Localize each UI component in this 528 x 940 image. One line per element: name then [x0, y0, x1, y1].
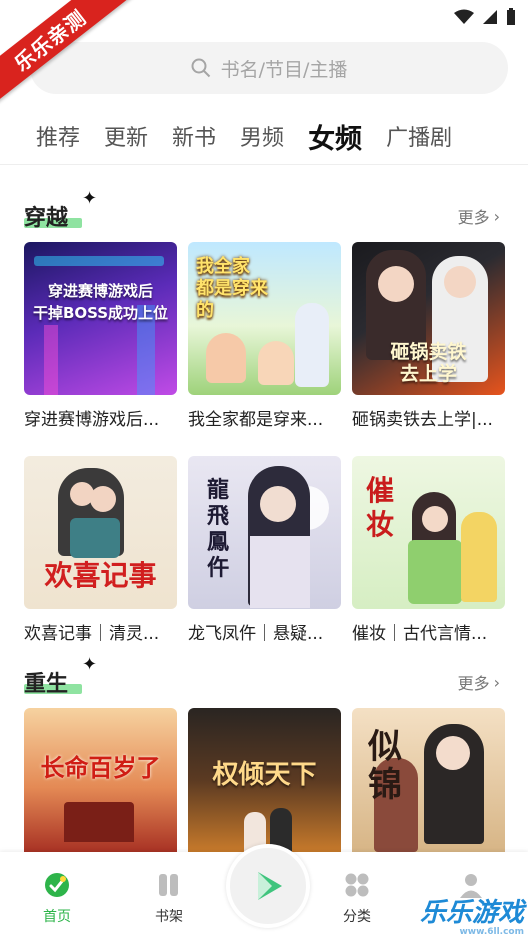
more-link[interactable]: 更多 › — [458, 204, 500, 228]
book-cover[interactable]: 欢喜记事 — [24, 456, 177, 609]
watermark-url: www.6ll.com — [459, 927, 524, 937]
section-title: 穿越 — [24, 206, 69, 231]
cover-title: 龍飛鳳仵 — [206, 478, 229, 581]
book-cover[interactable]: 催妆 — [352, 456, 505, 609]
book-card[interactable]: 砸锅卖铁 去上学 砸锅卖铁去上学|... — [352, 242, 505, 430]
chevron-right-icon: › — [493, 672, 500, 692]
section-title: 重生 — [24, 672, 69, 697]
more-label: 更多 — [457, 674, 490, 693]
more-label: 更多 — [457, 208, 490, 227]
category-tabs: 推荐 更新 新书 男频 女频 广播剧 — [0, 112, 528, 160]
section-header-rebirth: 重生 ✦ 更多 › — [24, 654, 504, 700]
sparkle-icon: ✦ — [82, 654, 98, 675]
book-title: 我全家都是穿来... — [188, 410, 324, 430]
cover-title: 权倾天下 — [212, 760, 317, 790]
book-card[interactable]: 权倾天下 — [188, 708, 341, 852]
tab-radio-drama[interactable]: 广播剧 — [386, 120, 452, 152]
more-link[interactable]: 更多 › — [458, 670, 500, 694]
book-cover[interactable]: 我全家 都是穿来的 — [188, 242, 341, 395]
nav-shelf-label: 书架 — [155, 909, 183, 925]
book-card[interactable]: 似锦 — [352, 708, 505, 852]
watermark-logo: 乐乐游戏 www.6ll.com — [404, 892, 524, 938]
book-cover[interactable]: 穿进赛博游戏后 干掉BOSS成功上位 — [24, 242, 177, 395]
tab-recommend[interactable]: 推荐 — [36, 120, 80, 152]
book-title: 龙飞凤仵｜悬疑... — [188, 624, 324, 644]
book-cover[interactable]: 权倾天下 — [188, 708, 341, 852]
section-header-time-travel: 穿越 ✦ 更多 › — [24, 188, 504, 234]
nav-category[interactable]: 分类 — [322, 870, 392, 926]
bookshelf-icon — [159, 874, 178, 896]
nav-category-label: 分类 — [343, 909, 371, 925]
book-cover[interactable]: 长命百岁了 — [24, 708, 177, 852]
cover-title: 砸锅卖铁 去上学 — [390, 341, 467, 385]
battery-icon — [507, 8, 515, 25]
status-icons — [454, 8, 516, 26]
tab-male[interactable]: 男频 — [240, 120, 284, 152]
book-title: 穿进赛博游戏后... — [24, 410, 160, 430]
book-card[interactable]: 龍飛鳳仵 龙飞凤仵｜悬疑... — [188, 456, 341, 644]
home-icon — [45, 873, 69, 897]
tab-new-books[interactable]: 新书 — [172, 120, 216, 152]
book-card[interactable]: 穿进赛博游戏后 干掉BOSS成功上位 穿进赛博游戏后... — [24, 242, 177, 430]
tabs-divider — [0, 164, 528, 165]
book-card[interactable]: 欢喜记事 欢喜记事｜清灵... — [24, 456, 177, 644]
player-button[interactable] — [226, 844, 310, 928]
cover-title: 穿进赛博游戏后 干掉BOSS成功上位 — [32, 282, 169, 322]
cover-title: 我全家 都是穿来的 — [196, 256, 268, 321]
category-grid-icon — [345, 873, 369, 897]
book-card[interactable]: 长命百岁了 — [24, 708, 177, 852]
sparkle-icon: ✦ — [82, 188, 98, 209]
nav-home-label: 首页 — [43, 909, 71, 925]
play-icon — [258, 872, 282, 900]
book-cover[interactable]: 龍飛鳳仵 — [188, 456, 341, 609]
tab-updates[interactable]: 更新 — [104, 120, 148, 152]
signal-icon — [483, 10, 497, 24]
book-cover[interactable]: 似锦 — [352, 708, 505, 852]
cover-title: 欢喜记事 — [44, 559, 157, 592]
book-cover[interactable]: 砸锅卖铁 去上学 — [352, 242, 505, 395]
nav-home[interactable]: 首页 — [22, 870, 92, 926]
chevron-right-icon: › — [493, 206, 500, 226]
cover-title: 长命百岁了 — [40, 754, 161, 782]
cover-title: 催妆 — [365, 474, 394, 541]
book-title: 欢喜记事｜清灵... — [24, 624, 160, 644]
book-card[interactable]: 催妆 催妆｜古代言情... — [352, 456, 505, 644]
book-title: 催妆｜古代言情... — [352, 624, 488, 644]
cover-title: 似锦 — [368, 727, 402, 805]
search-bar[interactable]: 书名/节目/主播 — [30, 42, 508, 94]
book-card[interactable]: 我全家 都是穿来的 我全家都是穿来... — [188, 242, 341, 430]
tab-female[interactable]: 女频 — [308, 117, 362, 156]
wifi-icon — [454, 9, 474, 24]
nav-shelf[interactable]: 书架 — [134, 870, 204, 926]
search-placeholder: 书名/节目/主播 — [220, 58, 348, 81]
watermark-text: 乐乐游戏 — [419, 898, 524, 928]
book-title: 砸锅卖铁去上学|... — [352, 410, 493, 430]
search-icon — [191, 58, 210, 78]
